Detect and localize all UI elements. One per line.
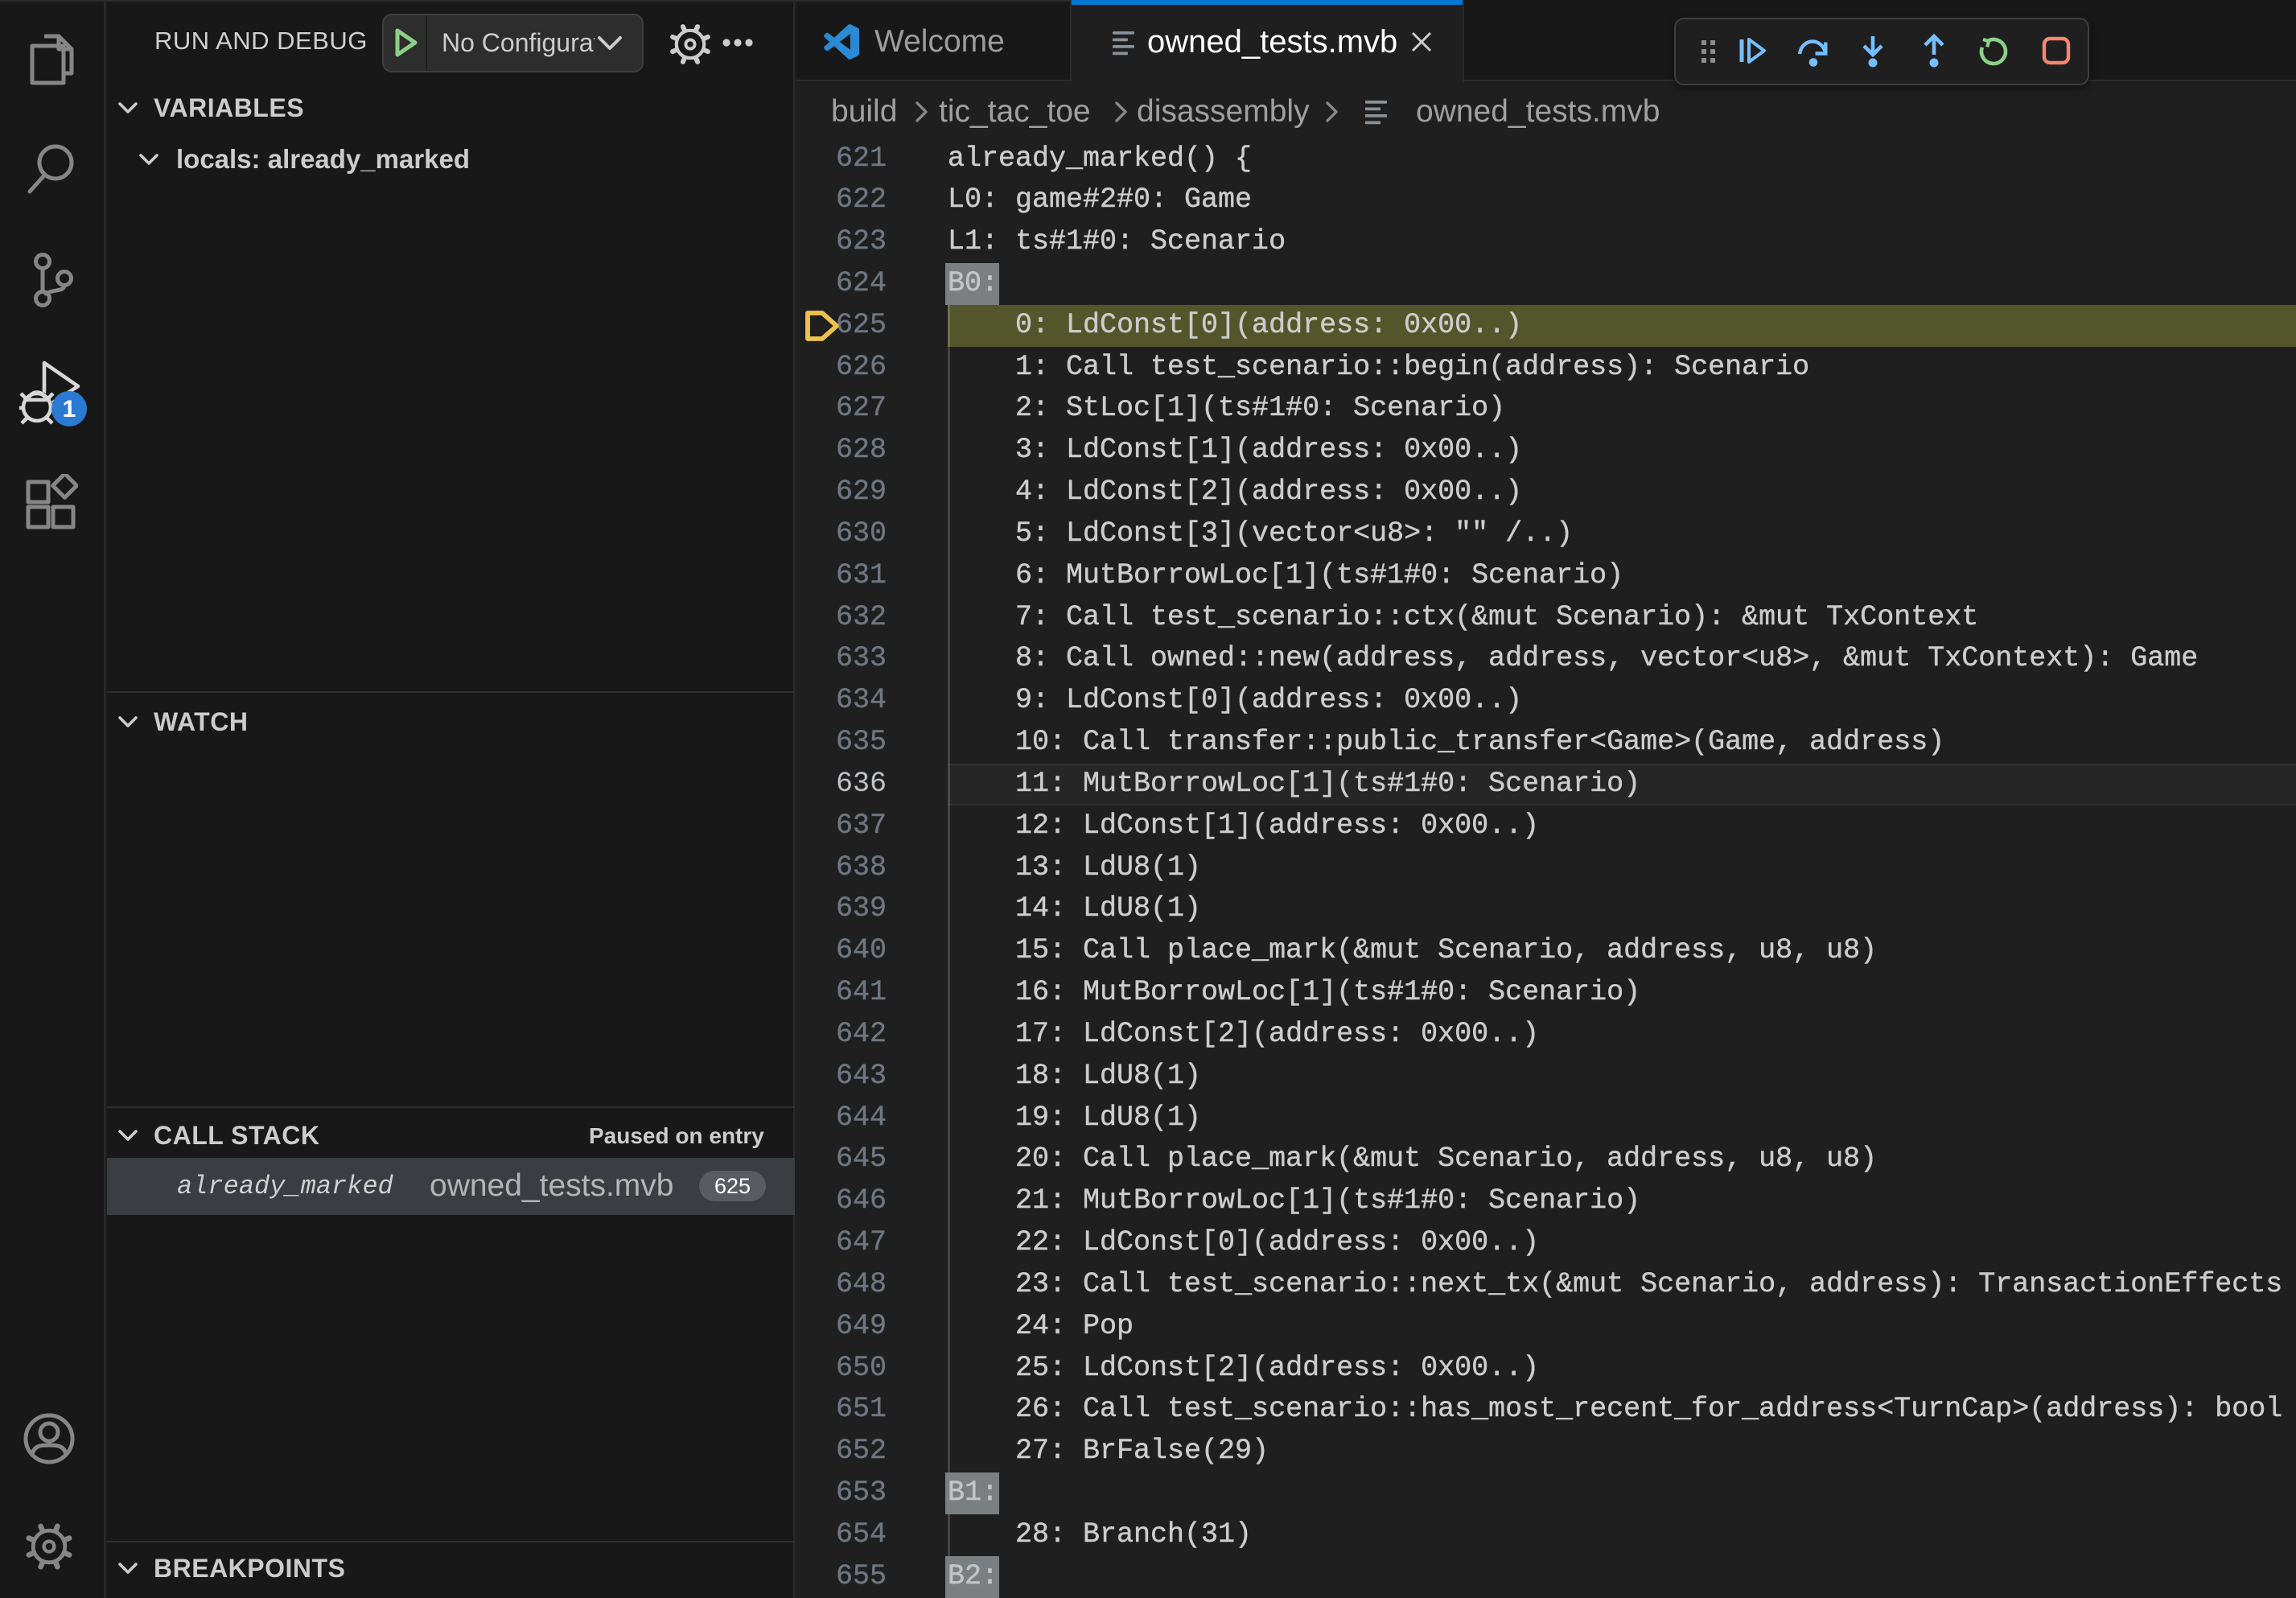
svg-text:1: 1 xyxy=(63,396,76,422)
